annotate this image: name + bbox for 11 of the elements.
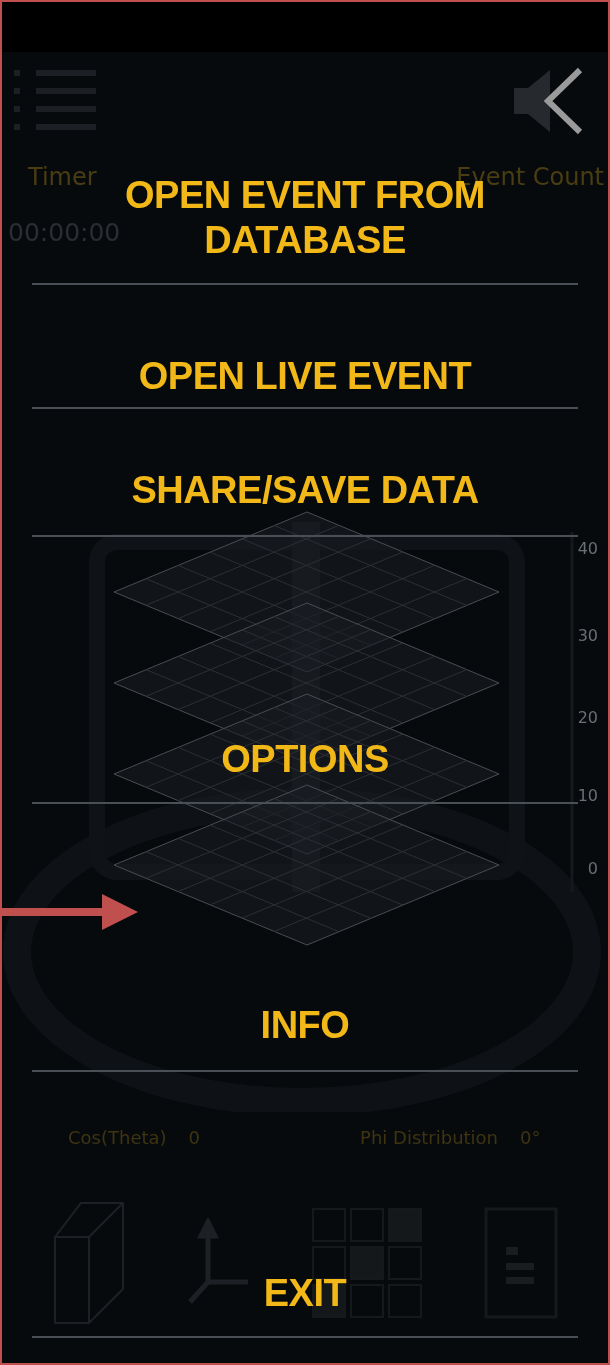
axis-tick-label: 30 <box>577 626 598 645</box>
menu-item[interactable]: EXIT <box>263 1271 347 1316</box>
menu-item[interactable]: INFO <box>260 1003 350 1048</box>
menu-item[interactable]: OPTIONS <box>221 737 389 782</box>
menu-item[interactable]: OPEN LIVE EVENT <box>138 354 472 399</box>
menu-item[interactable]: SHARE/SAVE DATA <box>131 468 479 513</box>
axis-tick-label: 20 <box>577 708 598 727</box>
axis-tick-label: 40 <box>577 539 598 558</box>
stat-label: Timer <box>28 163 97 191</box>
axis-tick-label: 0 <box>587 859 598 878</box>
axis-tick-label: 10 <box>577 786 598 805</box>
